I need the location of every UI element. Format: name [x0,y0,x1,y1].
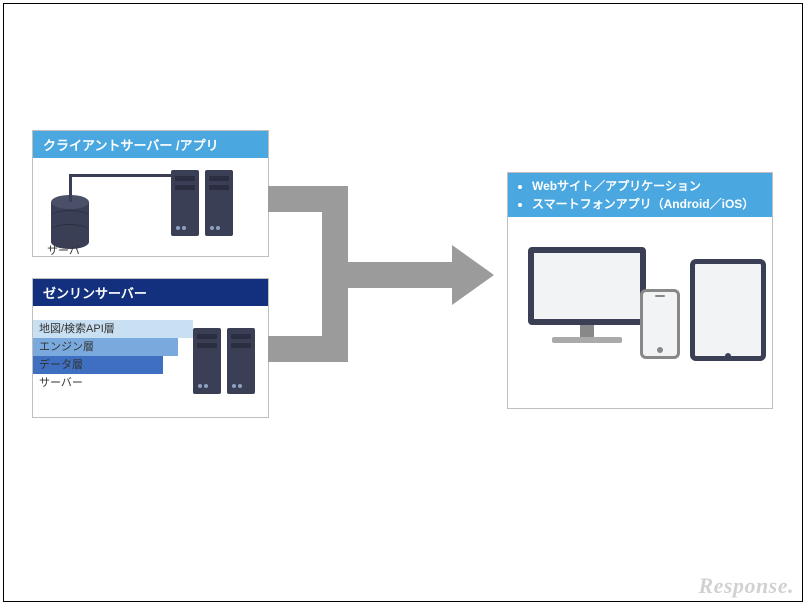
arrow-segment [322,262,452,288]
client-server-panel: クライアントサーバー /アプリ サーバ [32,130,269,257]
connector-line [69,174,177,177]
layer-server: サーバー [33,374,148,392]
server-icon [205,170,233,236]
tablet-icon [690,259,766,361]
desktop-monitor-icon [528,247,646,343]
smartphone-icon [640,289,680,359]
server-icon [227,328,255,394]
client-server-panel-title: クライアントサーバー /アプリ [33,131,268,158]
client-server-panel-body: サーバ [33,158,268,256]
database-icon [51,200,89,244]
layer-engine: エンジン層 [33,338,178,356]
arrow-head-icon [452,245,494,305]
database-label: サーバ [47,242,80,258]
zenrin-server-panel-body: 地図/検索API層 エンジン層 データ層 サーバー [33,306,268,417]
layer-data: データ層 [33,356,163,374]
output-panel-body [508,217,772,407]
connector-line [69,174,72,202]
server-icon [171,170,199,236]
zenrin-server-panel: ゼンリンサーバー 地図/検索API層 エンジン層 データ層 サーバー [32,278,269,418]
watermark-text: Response. [698,573,794,599]
output-panel: Webサイト／アプリケーション スマートフォンアプリ（Android／iOS） [507,172,773,409]
zenrin-server-panel-title: ゼンリンサーバー [33,279,268,306]
layer-api: 地図/検索API層 [33,320,193,338]
output-bullet-web: Webサイト／アプリケーション [532,177,762,195]
server-icon [193,328,221,394]
output-panel-header: Webサイト／アプリケーション スマートフォンアプリ（Android／iOS） [508,173,772,217]
output-bullet-app: スマートフォンアプリ（Android／iOS） [532,195,762,213]
